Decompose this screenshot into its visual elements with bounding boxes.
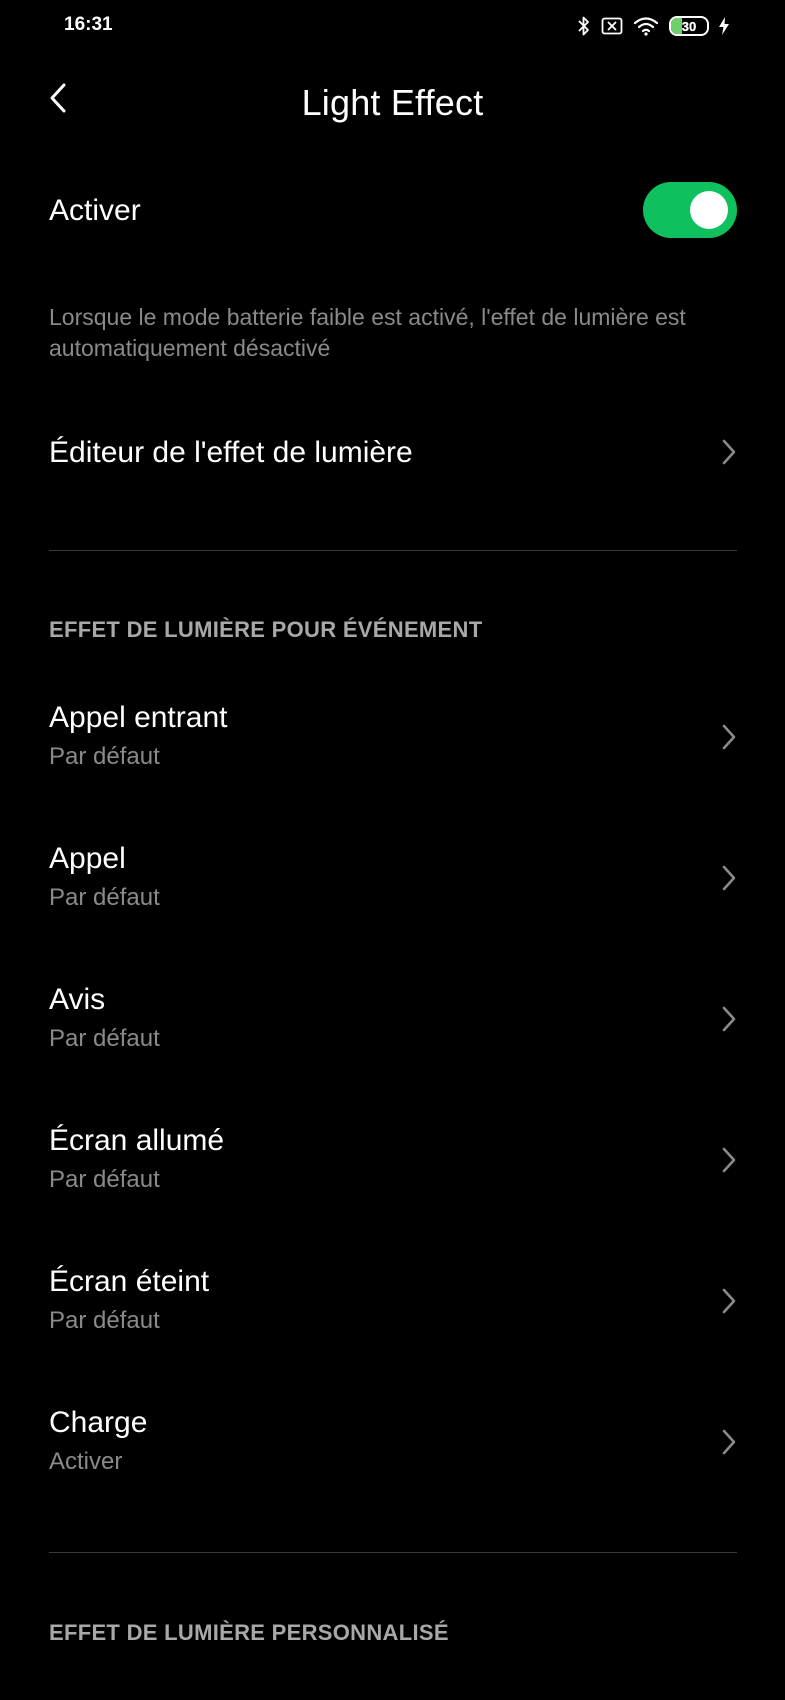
page-title: Light Effect — [301, 82, 484, 123]
bluetooth-icon — [577, 15, 591, 37]
chevron-right-icon — [719, 723, 739, 751]
event-row-appel[interactable]: Appel Par défaut — [49, 838, 739, 918]
chevron-right-icon — [719, 1146, 739, 1174]
event-value: Par défaut — [49, 884, 160, 911]
event-value: Par défaut — [49, 1166, 160, 1193]
chevron-right-icon — [719, 1287, 739, 1315]
chevron-right-icon — [719, 864, 739, 892]
wifi-icon — [633, 16, 659, 36]
battery-icon: 30 — [669, 16, 709, 36]
event-title: Avis — [49, 983, 106, 1016]
event-row-charge[interactable]: Charge Activer — [49, 1402, 739, 1482]
chevron-right-icon — [719, 1005, 739, 1033]
events-section-header: EFFET DE LUMIÈRE POUR ÉVÉNEMENT — [49, 617, 483, 642]
status-icons: 30 — [577, 12, 729, 40]
event-value: Par défaut — [49, 1307, 160, 1334]
event-title: Charge — [49, 1406, 148, 1439]
no-sim-icon — [601, 17, 623, 35]
event-title: Appel entrant — [49, 701, 228, 734]
toggle-knob — [690, 191, 728, 229]
enable-label: Activer — [49, 194, 141, 227]
app-header: Light Effect — [0, 60, 785, 144]
chevron-right-icon — [719, 1428, 739, 1456]
event-value: Par défaut — [49, 743, 160, 770]
light-effect-editor-row[interactable]: Éditeur de l'effet de lumière — [49, 428, 739, 476]
event-value: Activer — [49, 1448, 123, 1475]
charging-bolt-icon — [719, 17, 729, 35]
event-title: Écran allumé — [49, 1124, 225, 1157]
status-bar: 16:31 30 — [0, 0, 785, 52]
chevron-right-icon — [719, 438, 739, 466]
event-row-avis[interactable]: Avis Par défaut — [49, 979, 739, 1059]
custom-section-header: EFFET DE LUMIÈRE PERSONNALISÉ — [49, 1620, 449, 1645]
enable-toggle[interactable] — [643, 182, 737, 238]
editor-label: Éditeur de l'effet de lumière — [49, 436, 413, 469]
event-row-appel-entrant[interactable]: Appel entrant Par défaut — [49, 697, 739, 777]
battery-level-fill — [671, 18, 682, 34]
divider — [49, 550, 737, 551]
event-title: Appel — [49, 842, 126, 875]
enable-row: Activer — [49, 176, 737, 244]
event-row-ecran-eteint[interactable]: Écran éteint Par défaut — [49, 1261, 739, 1341]
battery-level-text: 30 — [681, 18, 697, 34]
event-row-ecran-allume[interactable]: Écran allumé Par défaut — [49, 1120, 739, 1200]
event-value: Par défaut — [49, 1025, 160, 1052]
event-title: Écran éteint — [49, 1265, 210, 1298]
divider — [49, 1552, 737, 1553]
battery-saver-note: Lorsque le mode batterie faible est acti… — [49, 304, 686, 361]
status-time: 16:31 — [64, 14, 113, 35]
